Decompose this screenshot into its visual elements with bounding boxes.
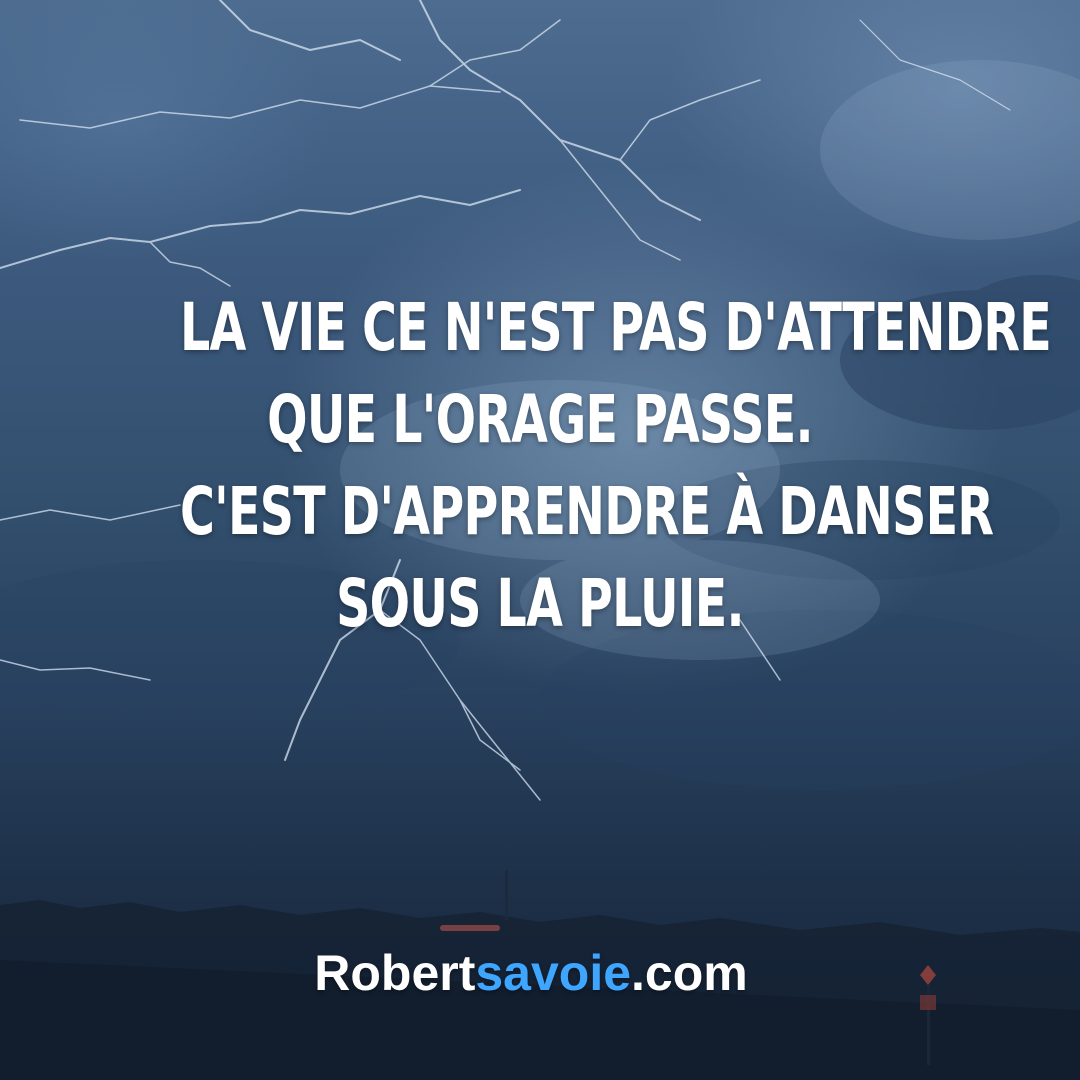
brand-name-accent: savoie (475, 945, 632, 1001)
quote-line-3: C'EST D'APPRENDRE À DANSER (180, 473, 994, 550)
quote-text: LA VIE CE N'EST PAS D'ATTENDRE QUE L'ORA… (180, 282, 1052, 650)
website-signature: Robertsavoie.com (0, 940, 1062, 1006)
quote-line-2: QUE L'ORAGE PASSE. (267, 381, 813, 458)
quote-line-1: LA VIE CE N'EST PAS D'ATTENDRE (180, 289, 1052, 366)
quote-image: LA VIE CE N'EST PAS D'ATTENDRE QUE L'ORA… (0, 0, 1080, 1080)
distant-pole (505, 870, 508, 920)
quote-line-4: SOUS LA PLUIE. (336, 565, 744, 642)
distant-car-lights (440, 925, 500, 931)
brand-name-first: Robert (314, 945, 476, 1001)
brand-domain-suffix: .com (631, 945, 748, 1001)
